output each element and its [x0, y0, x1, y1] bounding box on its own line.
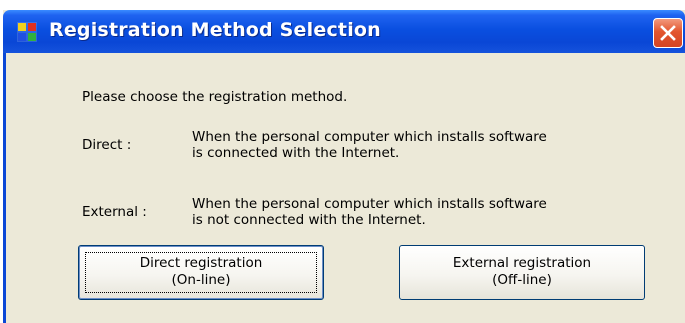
direct-registration-button[interactable]: Direct registration (On-line): [78, 245, 324, 300]
focus-ring: [85, 252, 317, 293]
external-description-line-1: When the personal computer which install…: [192, 196, 547, 212]
direct-description: When the personal computer which install…: [192, 129, 547, 161]
external-label: External :: [82, 204, 147, 220]
dialog-body: Please choose the registration method. D…: [3, 53, 685, 323]
title-bar[interactable]: Registration Method Selection: [3, 10, 685, 53]
direct-label: Direct :: [82, 137, 132, 153]
close-button[interactable]: [653, 18, 683, 48]
external-description: When the personal computer which install…: [192, 196, 547, 228]
direct-description-line-1: When the personal computer which install…: [192, 129, 547, 145]
registration-dialog: Registration Method Selection Please cho…: [3, 10, 685, 323]
window-title: Registration Method Selection: [49, 19, 381, 41]
external-button-label-line-1: External registration: [452, 255, 592, 271]
windows-app-icon: [17, 22, 37, 42]
external-registration-button[interactable]: External registration (Off-line): [399, 245, 645, 300]
close-icon: [660, 25, 676, 41]
external-button-label-line-2: (Off-line): [492, 272, 552, 288]
instruction-text: Please choose the registration method.: [82, 89, 348, 105]
external-description-line-2: is not connected with the Internet.: [192, 212, 426, 228]
direct-description-line-2: is connected with the Internet.: [192, 145, 400, 161]
